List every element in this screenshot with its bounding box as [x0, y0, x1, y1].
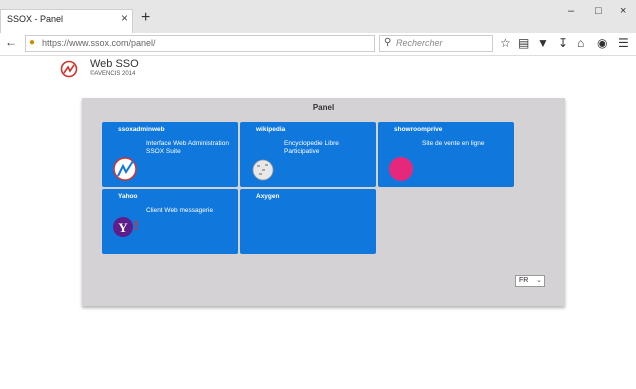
tile-wikipedia[interactable]: wikipedia Encyclopedie Libre Participati…	[240, 122, 376, 187]
back-button[interactable]: ←	[5, 35, 17, 49]
close-window-button[interactable]: ×	[620, 5, 626, 17]
chat-icon[interactable]: ◉	[597, 36, 607, 50]
navigation-bar: ← ● https://www.ssox.com/panel/ C ⚲ Rech…	[0, 33, 636, 56]
search-input[interactable]: ⚲ Rechercher	[379, 35, 493, 52]
panel-title: Panel	[312, 103, 335, 112]
star-icon[interactable]: ☆	[500, 36, 511, 50]
search-placeholder: Rechercher	[396, 38, 443, 48]
svg-text:Y: Y	[118, 220, 128, 235]
tab-close-icon[interactable]: ×	[121, 11, 128, 25]
search-icon: ⚲	[384, 37, 392, 48]
tile-name: Axygen	[256, 193, 280, 200]
tile-name: ssoxadminweb	[118, 126, 165, 133]
minimize-button[interactable]: –	[568, 5, 574, 17]
maximize-button[interactable]: □	[595, 5, 602, 17]
showroomprive-logo-icon	[389, 157, 413, 181]
language-value: FR	[519, 277, 529, 284]
tile-yahoo[interactable]: Yahoo Client Web messagerie Y !	[102, 189, 238, 254]
download-icon[interactable]: ↧	[558, 36, 568, 50]
ssox-admin-icon	[113, 157, 137, 181]
panel: Panel ssoxadminweb Interface Web Adminis…	[82, 98, 565, 306]
tile-ssoxadminweb[interactable]: ssoxadminweb Interface Web Administratio…	[102, 122, 238, 187]
tile-description: Interface Web Administration SSOX Suite	[146, 140, 229, 155]
tile-showroomprive[interactable]: showroomprive Site de vente en ligne	[378, 122, 514, 187]
tile-description: Client Web messagerie	[146, 207, 214, 214]
tab-title: SSOX - Panel	[7, 14, 64, 24]
url-text: https://www.ssox.com/panel/	[42, 38, 156, 48]
tile-name: wikipedia	[256, 126, 286, 133]
tile-description: Site de vente en ligne	[422, 140, 485, 147]
menu-icon[interactable]: ☰	[618, 36, 629, 50]
address-bar[interactable]: ● https://www.ssox.com/panel/ C	[25, 35, 393, 52]
tile-axygen[interactable]: Axygen	[240, 189, 376, 254]
browser-tab[interactable]: SSOX - Panel ×	[0, 9, 133, 33]
wikipedia-globe-icon	[252, 159, 274, 181]
language-select[interactable]: FR ⌄	[515, 275, 545, 287]
pocket-icon[interactable]: ▼	[537, 36, 549, 50]
tile-name: Yahoo	[118, 193, 138, 200]
ssox-logo-icon	[60, 60, 78, 78]
chevron-down-icon: ⌄	[536, 277, 542, 284]
svg-text:!: !	[134, 217, 138, 233]
tile-description: Encyclopedie Libre Participative	[284, 140, 339, 155]
home-icon[interactable]: ⌂	[577, 36, 584, 50]
tab-bar: SSOX - Panel × + – □ ×	[0, 0, 636, 33]
app-copyright: ©AVENCIS 2014	[90, 71, 136, 77]
yahoo-logo-icon: Y !	[113, 217, 138, 237]
tile-name: showroomprive	[394, 126, 443, 133]
site-info-icon[interactable]: ●	[29, 37, 35, 48]
app-title: Web SSO	[90, 58, 139, 70]
clipboard-icon[interactable]: ▤	[518, 36, 529, 50]
new-tab-button[interactable]: +	[141, 9, 150, 27]
